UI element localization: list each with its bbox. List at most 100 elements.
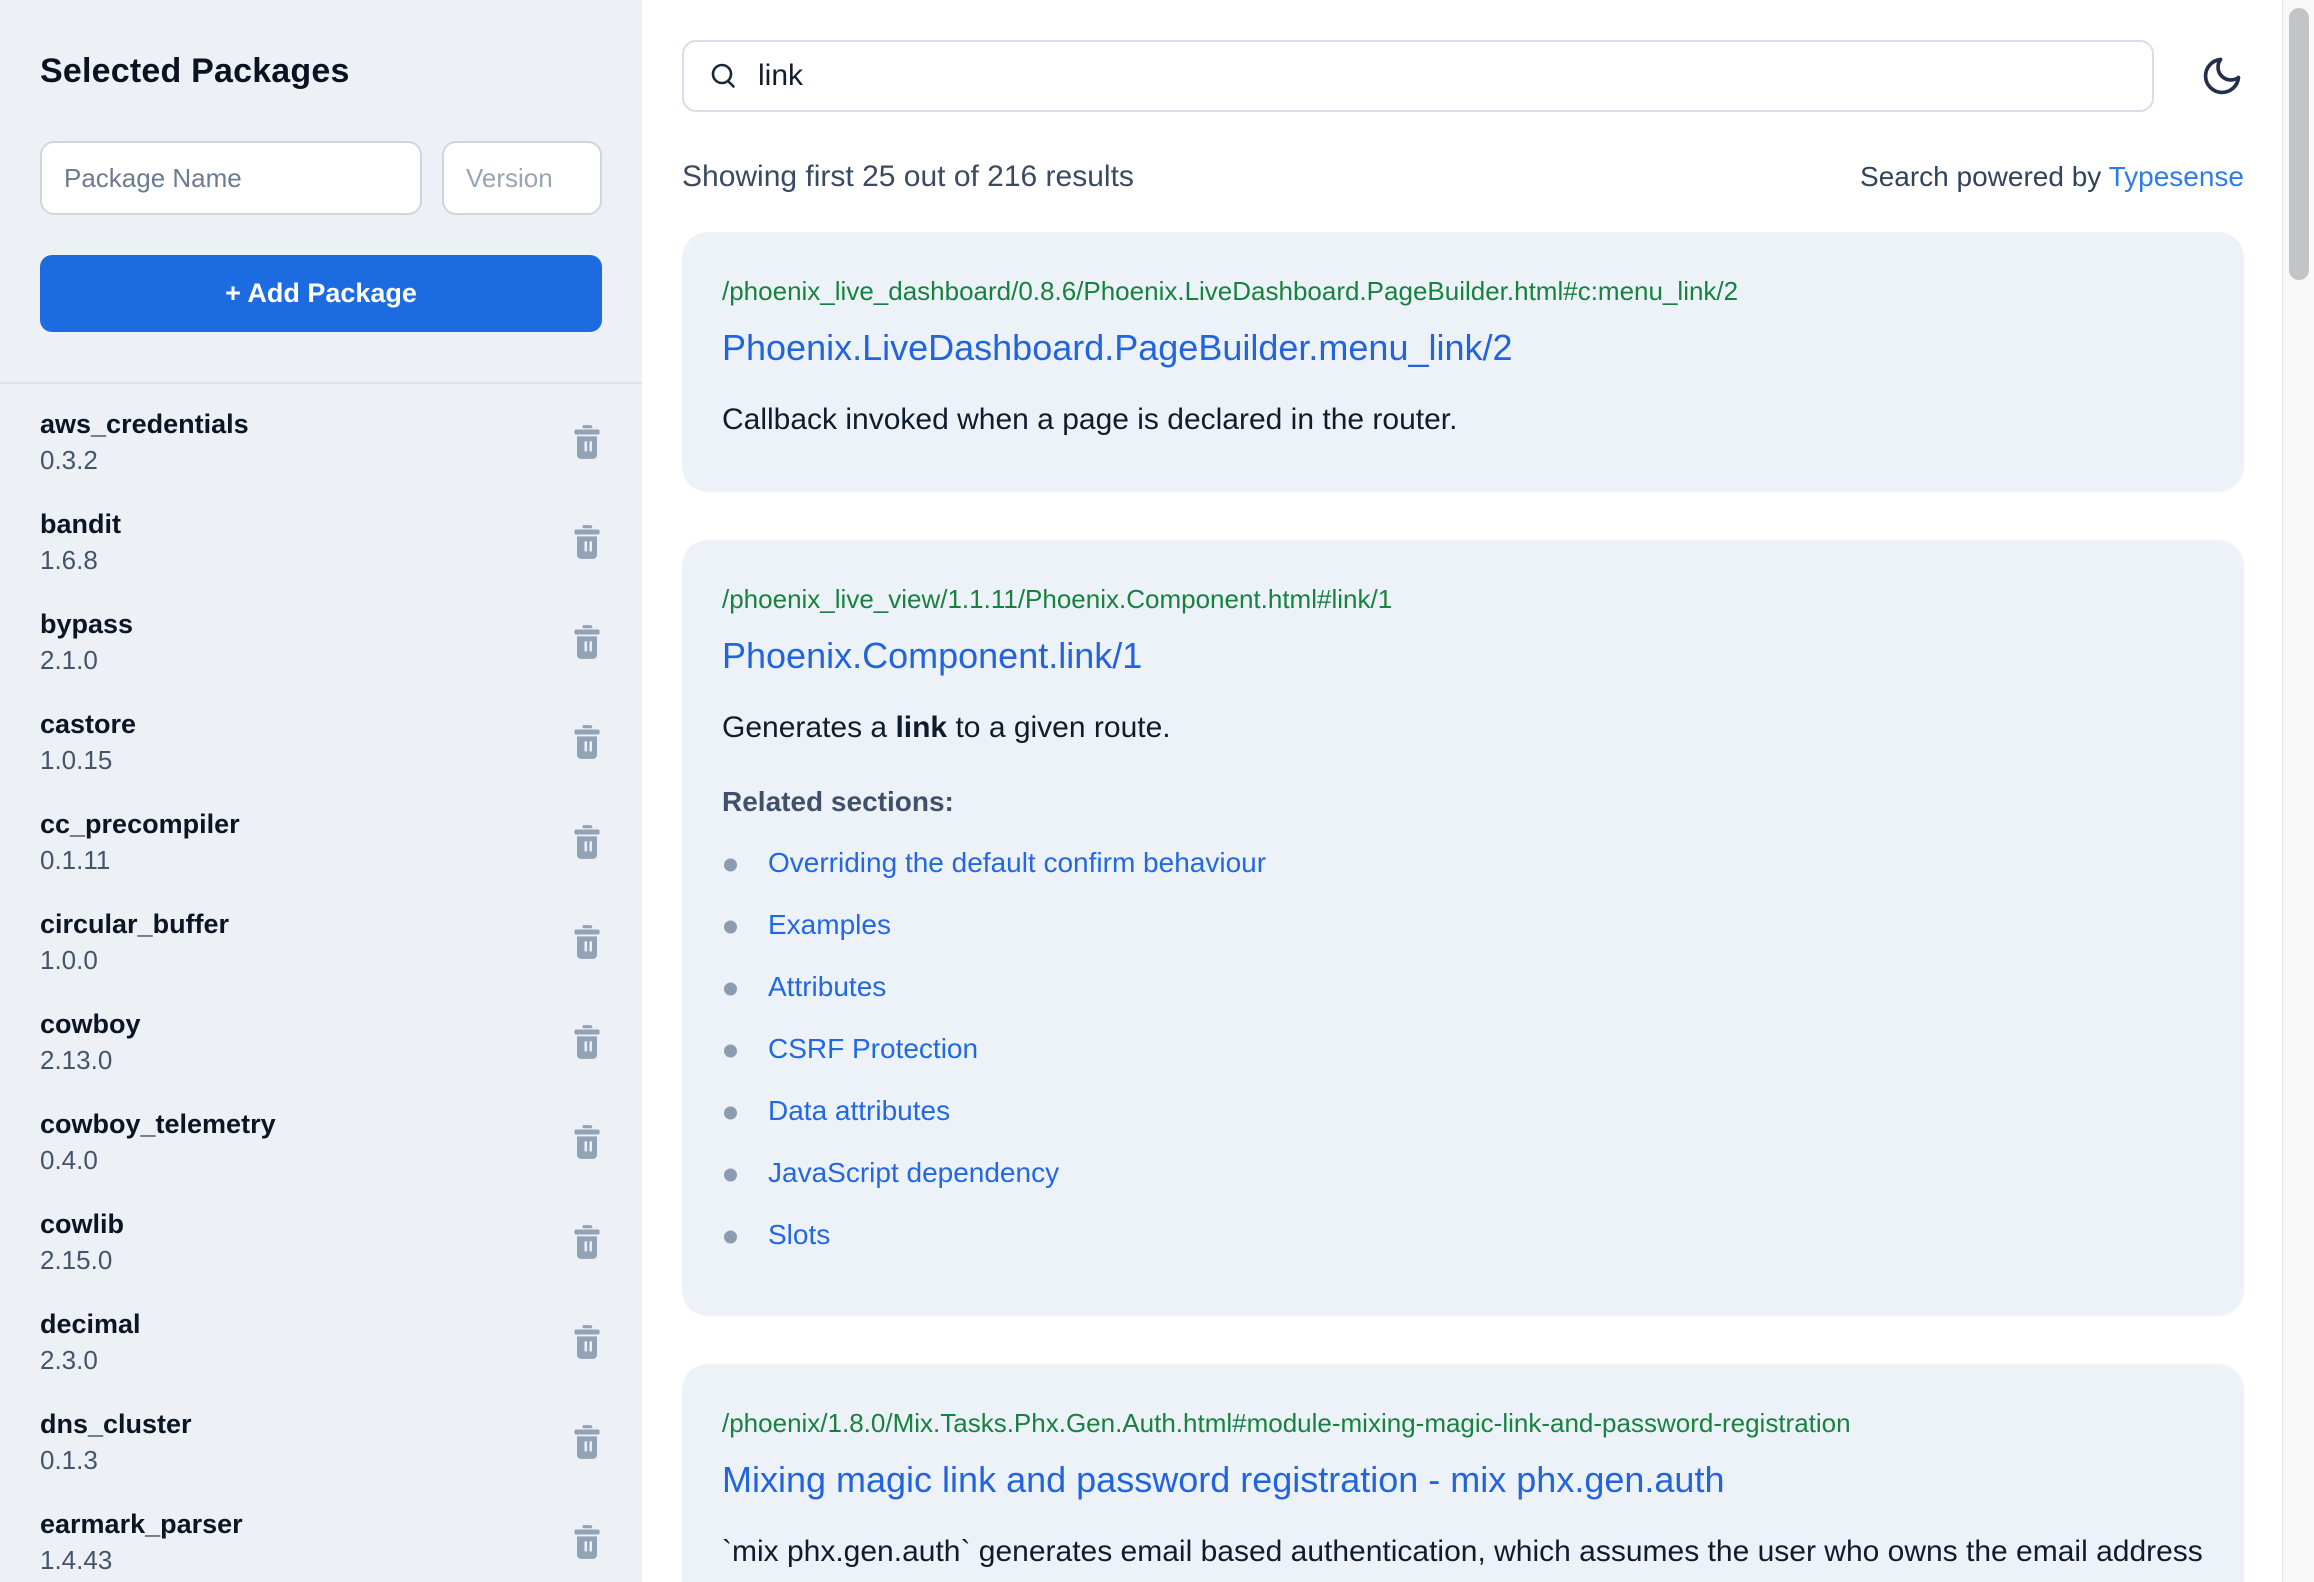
remove-package-button[interactable] <box>572 1425 602 1459</box>
result-card[interactable]: /phoenix_live_view/1.1.11/Phoenix.Compon… <box>682 540 2244 1316</box>
package-name: cc_precompiler <box>40 807 240 841</box>
selected-packages-sidebar: Selected Packages + Add Package aws_cred… <box>0 0 642 1582</box>
related-sections-label: Related sections: <box>722 786 2204 818</box>
package-name: dns_cluster <box>40 1407 192 1441</box>
remove-package-button[interactable] <box>572 525 602 559</box>
theme-toggle-button[interactable] <box>2200 54 2244 98</box>
results-summary-row: Showing first 25 out of 216 results Sear… <box>682 160 2244 194</box>
package-list-item: dns_cluster 0.1.3 <box>40 1392 602 1492</box>
related-section-item: CSRF Protection <box>722 1020 2204 1082</box>
add-package-form <box>40 141 602 215</box>
related-section-link[interactable]: Examples <box>768 909 891 940</box>
package-list-item: aws_credentials 0.3.2 <box>40 392 602 492</box>
typesense-link[interactable]: Typesense <box>2109 161 2244 192</box>
search-input[interactable] <box>758 59 2128 93</box>
package-list-item: cowboy 2.13.0 <box>40 992 602 1092</box>
remove-package-button[interactable] <box>572 825 602 859</box>
package-name: earmark_parser <box>40 1507 243 1541</box>
package-list-item: bandit 1.6.8 <box>40 492 602 592</box>
related-section-link[interactable]: JavaScript dependency <box>768 1157 1059 1188</box>
package-list-item: bypass 2.1.0 <box>40 592 602 692</box>
package-version: 2.15.0 <box>40 1243 124 1277</box>
trash-icon <box>572 925 602 959</box>
search-box[interactable] <box>682 40 2154 112</box>
package-name: circular_buffer <box>40 907 229 941</box>
package-version: 1.0.0 <box>40 943 229 977</box>
package-list-item: castore 1.0.15 <box>40 692 602 792</box>
powered-by: Search powered by Typesense <box>1860 161 2244 193</box>
package-name: bypass <box>40 607 133 641</box>
package-version: 2.3.0 <box>40 1343 141 1377</box>
trash-icon <box>572 625 602 659</box>
result-description: `mix phx.gen.auth` generates email based… <box>722 1527 2204 1582</box>
related-section-link[interactable]: Data attributes <box>768 1095 950 1126</box>
package-name: cowlib <box>40 1207 124 1241</box>
package-list-item: cowlib 2.15.0 <box>40 1192 602 1292</box>
scrollbar-thumb[interactable] <box>2289 8 2309 280</box>
add-package-button[interactable]: + Add Package <box>40 255 602 332</box>
package-version: 0.3.2 <box>40 443 249 477</box>
remove-package-button[interactable] <box>572 625 602 659</box>
package-version: 1.4.43 <box>40 1543 243 1577</box>
package-list-item: circular_buffer 1.0.0 <box>40 892 602 992</box>
remove-package-button[interactable] <box>572 1125 602 1159</box>
result-path: /phoenix_live_dashboard/0.8.6/Phoenix.Li… <box>722 276 2204 307</box>
result-title-link[interactable]: Mixing magic link and password registrat… <box>722 1459 1724 1501</box>
search-row <box>682 40 2244 112</box>
result-path: /phoenix/1.8.0/Mix.Tasks.Phx.Gen.Auth.ht… <box>722 1408 2204 1439</box>
related-section-link[interactable]: Overriding the default confirm behaviour <box>768 847 1266 878</box>
result-title-link[interactable]: Phoenix.LiveDashboard.PageBuilder.menu_l… <box>722 327 1513 369</box>
remove-package-button[interactable] <box>572 425 602 459</box>
trash-icon <box>572 1425 602 1459</box>
package-name: aws_credentials <box>40 407 249 441</box>
package-name: cowboy_telemetry <box>40 1107 276 1141</box>
result-description: Callback invoked when a page is declared… <box>722 395 2204 444</box>
results-summary: Showing first 25 out of 216 results <box>682 160 1134 194</box>
result-title-link[interactable]: Phoenix.Component.link/1 <box>722 635 1142 677</box>
related-section-item: Examples <box>722 896 2204 958</box>
package-version: 0.4.0 <box>40 1143 276 1177</box>
trash-icon <box>572 1525 602 1559</box>
sidebar-title: Selected Packages <box>40 52 602 91</box>
version-input[interactable] <box>442 141 602 215</box>
trash-icon <box>572 425 602 459</box>
related-section-link[interactable]: Slots <box>768 1219 830 1250</box>
trash-icon <box>572 1225 602 1259</box>
remove-package-button[interactable] <box>572 1525 602 1559</box>
package-name-input[interactable] <box>40 141 422 215</box>
vertical-scrollbar[interactable] <box>2282 0 2314 1582</box>
remove-package-button[interactable] <box>572 925 602 959</box>
package-name: cowboy <box>40 1007 141 1041</box>
trash-icon <box>572 825 602 859</box>
remove-package-button[interactable] <box>572 1325 602 1359</box>
package-version: 0.1.11 <box>40 843 240 877</box>
trash-icon <box>572 1125 602 1159</box>
trash-icon <box>572 525 602 559</box>
package-name: bandit <box>40 507 121 541</box>
related-section-item: Data attributes <box>722 1082 2204 1144</box>
related-section-item: Attributes <box>722 958 2204 1020</box>
related-sections-list: Overriding the default confirm behaviour… <box>722 834 2204 1268</box>
package-version: 1.6.8 <box>40 543 121 577</box>
package-list-item: earmark_parser 1.4.43 <box>40 1492 602 1582</box>
related-section-item: JavaScript dependency <box>722 1144 2204 1206</box>
related-section-link[interactable]: CSRF Protection <box>768 1033 978 1064</box>
package-version: 1.0.15 <box>40 743 136 777</box>
remove-package-button[interactable] <box>572 725 602 759</box>
related-section-link[interactable]: Attributes <box>768 971 886 1002</box>
result-card[interactable]: /phoenix_live_dashboard/0.8.6/Phoenix.Li… <box>682 232 2244 492</box>
powered-by-text: Search powered by <box>1860 161 2101 192</box>
remove-package-button[interactable] <box>572 1225 602 1259</box>
result-description: Generates a link to a given route. <box>722 703 2204 752</box>
related-section-item: Overriding the default confirm behaviour <box>722 834 2204 896</box>
remove-package-button[interactable] <box>572 1025 602 1059</box>
moon-icon <box>2200 54 2244 98</box>
result-card[interactable]: /phoenix/1.8.0/Mix.Tasks.Phx.Gen.Auth.ht… <box>682 1364 2244 1582</box>
package-list-item: cowboy_telemetry 0.4.0 <box>40 1092 602 1192</box>
selected-packages-list: aws_credentials 0.3.2 bandit 1.6.8 bypas… <box>40 392 602 1582</box>
package-version: 0.1.3 <box>40 1443 192 1477</box>
package-version: 2.13.0 <box>40 1043 141 1077</box>
search-results-main: Showing first 25 out of 216 results Sear… <box>642 0 2314 1582</box>
package-version: 2.1.0 <box>40 643 133 677</box>
package-name: decimal <box>40 1307 141 1341</box>
